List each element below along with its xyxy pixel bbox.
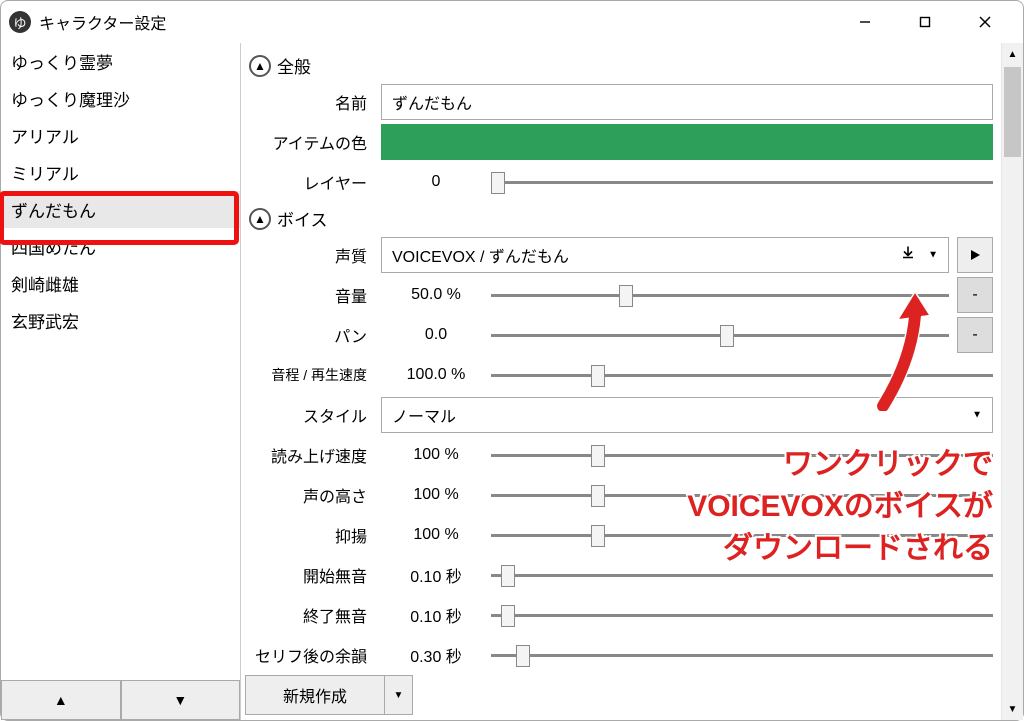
slider-after-line[interactable] bbox=[491, 637, 993, 673]
label-layer: レイヤー bbox=[241, 170, 381, 194]
scroll-up-icon[interactable]: ▲ bbox=[1002, 43, 1023, 65]
slider-end-silence[interactable] bbox=[491, 597, 993, 633]
label-pan: パン bbox=[241, 323, 381, 347]
title-bar: ゆ キャラクター設定 bbox=[1, 1, 1023, 43]
character-item[interactable]: ゆっくり霊夢 bbox=[1, 43, 240, 80]
value-pan: 0.0 bbox=[381, 326, 491, 344]
row-start-silence: 開始無音 0.10 秒 bbox=[241, 555, 1001, 595]
row-volume: 音量 50.0 % - bbox=[241, 275, 1001, 315]
row-style: スタイル ノーマル ▼ bbox=[241, 395, 1001, 435]
label-after-line: セリフ後の余韻 bbox=[241, 643, 381, 667]
minimize-button[interactable] bbox=[835, 5, 895, 39]
label-start-silence: 開始無音 bbox=[241, 563, 381, 587]
section-voice-header[interactable]: ▲ ボイス bbox=[241, 202, 1001, 235]
chevron-up-icon: ▲ bbox=[249, 55, 271, 77]
value-voice-height: 100 % bbox=[381, 486, 491, 504]
row-read-speed: 読み上げ速度 100 % bbox=[241, 435, 1001, 475]
row-name: 名前 bbox=[241, 82, 1001, 122]
slider-pan[interactable] bbox=[491, 317, 949, 353]
slider-voice-height[interactable] bbox=[491, 477, 993, 513]
label-voice-height: 声の高さ bbox=[241, 483, 381, 507]
row-intonation: 抑揚 100 % bbox=[241, 515, 1001, 555]
label-quality: 声質 bbox=[241, 243, 381, 267]
character-item[interactable]: 玄野武宏 bbox=[1, 302, 240, 339]
name-input[interactable] bbox=[381, 84, 993, 120]
slider-layer[interactable] bbox=[491, 164, 993, 200]
section-general-title: 全般 bbox=[277, 53, 311, 78]
slider-pitch-speed[interactable] bbox=[491, 357, 993, 393]
row-layer: レイヤー 0 bbox=[241, 162, 1001, 202]
row-voice-quality: 声質 VOICEVOX / ずんだもん ▼ bbox=[241, 235, 1001, 275]
value-end-silence: 0.10 秒 bbox=[381, 603, 491, 627]
move-down-button[interactable]: ▼ bbox=[121, 680, 241, 720]
new-button[interactable]: 新規作成 bbox=[245, 675, 385, 715]
character-sidebar: ゆっくり霊夢 ゆっくり魔理沙 アリアル ミリアル ずんだもん 四国めたん 剣崎雌… bbox=[1, 43, 241, 720]
section-general-header[interactable]: ▲ 全般 bbox=[241, 49, 1001, 82]
bottom-bar: 新規作成 ▼ bbox=[241, 675, 1001, 715]
window-title: キャラクター設定 bbox=[39, 10, 166, 34]
label-end-silence: 終了無音 bbox=[241, 603, 381, 627]
download-icon bbox=[900, 245, 916, 266]
reset-volume-button[interactable]: - bbox=[957, 277, 993, 313]
slider-start-silence[interactable] bbox=[491, 557, 993, 593]
value-volume: 50.0 % bbox=[381, 286, 491, 304]
label-read-speed: 読み上げ速度 bbox=[241, 443, 381, 467]
reset-pan-button[interactable]: - bbox=[957, 317, 993, 353]
slider-intonation[interactable] bbox=[491, 517, 993, 553]
row-voice-height: 声の高さ 100 % bbox=[241, 475, 1001, 515]
settings-scroll-area: ▲ 全般 名前 アイテムの色 レイヤー 0 bbox=[241, 43, 1001, 720]
chevron-down-icon: ▼ bbox=[972, 410, 982, 421]
row-after-line: セリフ後の余韻 0.30 秒 bbox=[241, 635, 1001, 675]
scroll-track[interactable] bbox=[1002, 65, 1023, 698]
slider-volume[interactable] bbox=[491, 277, 949, 313]
scroll-thumb[interactable] bbox=[1004, 67, 1021, 157]
close-button[interactable] bbox=[955, 5, 1015, 39]
label-pitch-speed: 音程 / 再生速度 bbox=[241, 365, 381, 385]
value-start-silence: 0.10 秒 bbox=[381, 563, 491, 587]
color-picker[interactable] bbox=[381, 124, 993, 160]
value-pitch-speed: 100.0 % bbox=[381, 366, 491, 384]
main-panel: ▲ 全般 名前 アイテムの色 レイヤー 0 bbox=[241, 43, 1023, 720]
content-area: ゆっくり霊夢 ゆっくり魔理沙 アリアル ミリアル ずんだもん 四国めたん 剣崎雌… bbox=[1, 43, 1023, 720]
value-intonation: 100 % bbox=[381, 526, 491, 544]
row-pitch-speed: 音程 / 再生速度 100.0 % bbox=[241, 355, 1001, 395]
row-pan: パン 0.0 - bbox=[241, 315, 1001, 355]
label-color: アイテムの色 bbox=[241, 130, 381, 154]
character-item[interactable]: ゆっくり魔理沙 bbox=[1, 80, 240, 117]
chevron-down-icon: ▼ bbox=[928, 250, 938, 261]
style-combo[interactable]: ノーマル ▼ bbox=[381, 397, 993, 433]
sidebar-reorder-controls: ▲ ▼ bbox=[1, 680, 240, 720]
app-icon: ゆ bbox=[9, 11, 31, 33]
character-item[interactable]: アリアル bbox=[1, 117, 240, 154]
scroll-down-icon[interactable]: ▼ bbox=[1002, 698, 1023, 720]
slider-read-speed[interactable] bbox=[491, 437, 993, 473]
character-item[interactable]: 剣崎雌雄 bbox=[1, 265, 240, 302]
character-item[interactable]: 四国めたん bbox=[1, 228, 240, 265]
move-up-button[interactable]: ▲ bbox=[1, 680, 121, 720]
label-intonation: 抑揚 bbox=[241, 523, 381, 547]
voice-quality-value: VOICEVOX / ずんだもん bbox=[392, 243, 569, 267]
label-style: スタイル bbox=[241, 403, 381, 427]
app-window: ゆ キャラクター設定 ゆっくり霊夢 ゆっくり魔理沙 アリアル ミリアル ずんだも… bbox=[0, 0, 1024, 721]
row-end-silence: 終了無音 0.10 秒 bbox=[241, 595, 1001, 635]
vertical-scrollbar[interactable]: ▲ ▼ bbox=[1001, 43, 1023, 720]
character-item-selected[interactable]: ずんだもん bbox=[1, 191, 240, 228]
section-voice-title: ボイス bbox=[277, 206, 328, 231]
voice-quality-combo[interactable]: VOICEVOX / ずんだもん ▼ bbox=[381, 237, 949, 273]
chevron-up-icon: ▲ bbox=[249, 208, 271, 230]
row-color: アイテムの色 bbox=[241, 122, 1001, 162]
value-layer: 0 bbox=[381, 173, 491, 191]
label-volume: 音量 bbox=[241, 283, 381, 307]
character-list: ゆっくり霊夢 ゆっくり魔理沙 アリアル ミリアル ずんだもん 四国めたん 剣崎雌… bbox=[1, 43, 240, 680]
style-value: ノーマル bbox=[392, 403, 456, 427]
maximize-button[interactable] bbox=[895, 5, 955, 39]
character-item[interactable]: ミリアル bbox=[1, 154, 240, 191]
play-button[interactable] bbox=[957, 237, 993, 273]
value-after-line: 0.30 秒 bbox=[381, 643, 491, 667]
new-dropdown-button[interactable]: ▼ bbox=[385, 675, 413, 715]
value-read-speed: 100 % bbox=[381, 446, 491, 464]
label-name: 名前 bbox=[241, 90, 381, 114]
window-controls bbox=[835, 5, 1015, 39]
